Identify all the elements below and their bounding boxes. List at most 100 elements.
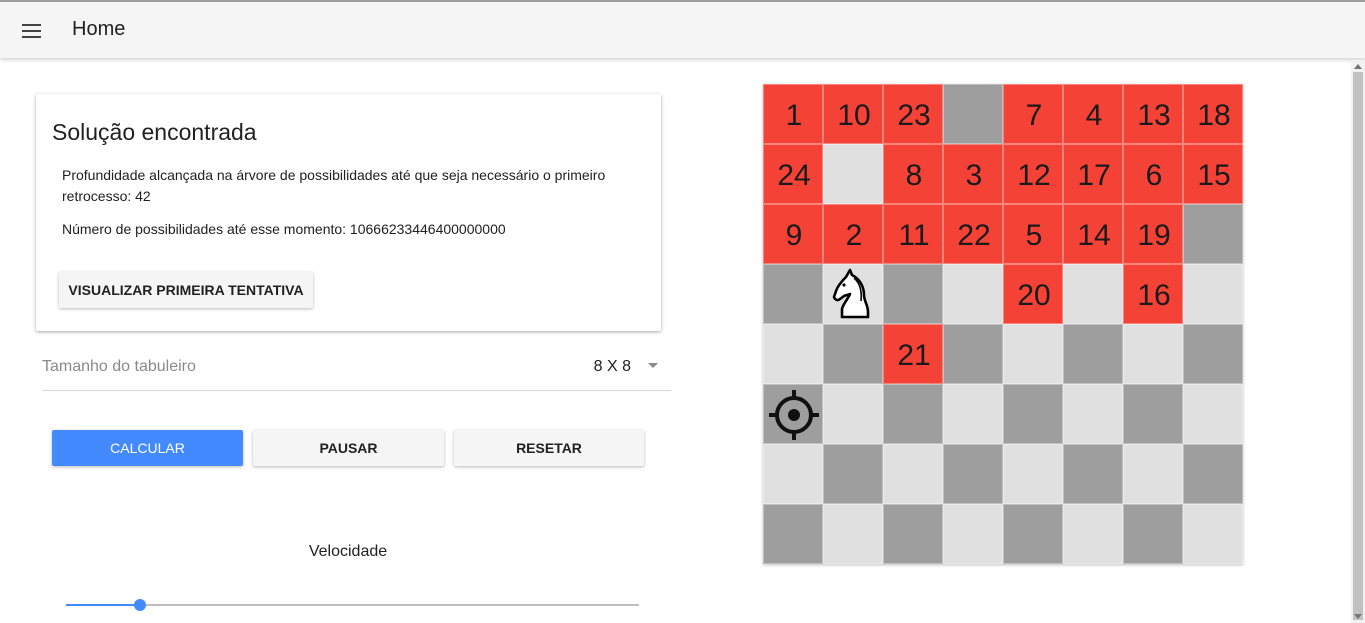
board-square-7-0[interactable] <box>763 504 823 564</box>
dropdown-arrow-icon <box>648 363 658 368</box>
possibilities-text: Número de possibilidades até esse moment… <box>62 221 506 237</box>
board-square-4-2[interactable]: 21 <box>883 324 943 384</box>
speed-slider-thumb[interactable] <box>134 599 147 611</box>
move-number: 17 <box>1077 159 1111 192</box>
chess-board: 1 10 23 7 4 13 18 24 8 3 12 17 6 15 9 2 11 22 5 14 19 20 16 21 <box>763 84 1243 564</box>
board-size-label: Tamanho do tabuleiro <box>42 358 196 375</box>
board-square-5-1[interactable] <box>823 384 883 444</box>
board-square-4-7[interactable] <box>1183 324 1243 384</box>
board-square-2-0[interactable]: 9 <box>763 204 823 264</box>
board-square-2-7[interactable] <box>1183 204 1243 264</box>
board-square-0-5[interactable]: 4 <box>1063 84 1123 144</box>
board-square-2-3[interactable]: 22 <box>943 204 1003 264</box>
top-app-bar: Home <box>0 0 1365 58</box>
board-square-7-4[interactable] <box>1003 504 1063 564</box>
board-square-0-0[interactable]: 1 <box>763 84 823 144</box>
board-square-2-2[interactable]: 11 <box>883 204 943 264</box>
board-square-6-7[interactable] <box>1183 444 1243 504</box>
pause-button[interactable]: PAUSAR <box>253 430 444 466</box>
board-square-0-2[interactable]: 23 <box>883 84 943 144</box>
speed-slider[interactable] <box>66 599 639 611</box>
board-square-6-5[interactable] <box>1063 444 1123 504</box>
board-square-4-0[interactable] <box>763 324 823 384</box>
board-square-5-3[interactable] <box>943 384 1003 444</box>
board-square-0-4[interactable]: 7 <box>1003 84 1063 144</box>
board-square-1-1[interactable] <box>823 144 883 204</box>
board-square-5-4[interactable] <box>1003 384 1063 444</box>
board-square-7-6[interactable] <box>1123 504 1183 564</box>
board-square-3-1[interactable] <box>823 264 883 324</box>
board-size-select[interactable]: Tamanho do tabuleiro 8 X 8 <box>42 350 671 391</box>
speed-slider-fill <box>66 604 141 606</box>
board-square-7-5[interactable] <box>1063 504 1123 564</box>
board-square-0-7[interactable]: 18 <box>1183 84 1243 144</box>
board-square-0-6[interactable]: 13 <box>1123 84 1183 144</box>
move-number: 20 <box>1017 279 1051 312</box>
move-number: 4 <box>1085 99 1103 132</box>
board-square-5-6[interactable] <box>1123 384 1183 444</box>
move-number: 14 <box>1077 219 1111 252</box>
hamburger-menu-icon[interactable] <box>22 24 41 38</box>
board-square-6-2[interactable] <box>883 444 943 504</box>
board-square-7-3[interactable] <box>943 504 1003 564</box>
board-square-6-6[interactable] <box>1123 444 1183 504</box>
reset-button[interactable]: RESETAR <box>454 430 644 466</box>
solution-card: Solução encontrada Profundidade alcançad… <box>36 94 661 331</box>
card-title: Solução encontrada <box>52 119 257 145</box>
move-number: 1 <box>785 99 803 132</box>
board-square-4-3[interactable] <box>943 324 1003 384</box>
scroll-down-arrow-icon[interactable] <box>1354 614 1362 619</box>
board-square-2-6[interactable]: 19 <box>1123 204 1183 264</box>
board-square-6-0[interactable] <box>763 444 823 504</box>
board-square-1-5[interactable]: 17 <box>1063 144 1123 204</box>
board-square-3-6[interactable]: 16 <box>1123 264 1183 324</box>
calculate-button[interactable]: CALCULAR <box>52 430 243 466</box>
board-square-6-4[interactable] <box>1003 444 1063 504</box>
move-number: 3 <box>965 159 983 192</box>
page-title: Home <box>72 18 126 40</box>
board-square-1-3[interactable]: 3 <box>943 144 1003 204</box>
board-square-1-0[interactable]: 24 <box>763 144 823 204</box>
board-square-5-0[interactable] <box>763 384 823 444</box>
page-scrollbar[interactable] <box>1351 60 1365 623</box>
move-number: 11 <box>898 219 930 252</box>
board-square-3-3[interactable] <box>943 264 1003 324</box>
board-square-0-3[interactable] <box>943 84 1003 144</box>
board-square-4-5[interactable] <box>1063 324 1123 384</box>
board-square-3-0[interactable] <box>763 264 823 324</box>
board-square-7-1[interactable] <box>823 504 883 564</box>
board-square-3-7[interactable] <box>1183 264 1243 324</box>
move-number: 6 <box>1145 159 1163 192</box>
board-square-1-4[interactable]: 12 <box>1003 144 1063 204</box>
board-square-7-2[interactable] <box>883 504 943 564</box>
move-number: 7 <box>1025 99 1043 132</box>
move-number: 24 <box>777 159 811 192</box>
move-number: 15 <box>1197 159 1231 192</box>
board-square-2-4[interactable]: 5 <box>1003 204 1063 264</box>
board-square-3-4[interactable]: 20 <box>1003 264 1063 324</box>
scroll-thumb[interactable] <box>1353 72 1363 620</box>
board-square-5-5[interactable] <box>1063 384 1123 444</box>
visualize-first-attempt-button[interactable]: VISUALIZAR PRIMEIRA TENTATIVA <box>59 272 313 308</box>
scroll-up-arrow-icon[interactable] <box>1354 64 1362 69</box>
board-square-7-7[interactable] <box>1183 504 1243 564</box>
board-square-4-1[interactable] <box>823 324 883 384</box>
board-square-5-7[interactable] <box>1183 384 1243 444</box>
board-square-2-1[interactable]: 2 <box>823 204 883 264</box>
board-square-0-1[interactable]: 10 <box>823 84 883 144</box>
board-square-3-5[interactable] <box>1063 264 1123 324</box>
board-size-value: 8 X 8 <box>593 358 631 375</box>
move-number: 23 <box>897 99 931 132</box>
board-square-4-4[interactable] <box>1003 324 1063 384</box>
board-square-6-1[interactable] <box>823 444 883 504</box>
move-number: 2 <box>845 219 863 252</box>
board-square-5-2[interactable] <box>883 384 943 444</box>
board-square-1-7[interactable]: 15 <box>1183 144 1243 204</box>
board-square-1-6[interactable]: 6 <box>1123 144 1183 204</box>
board-square-3-2[interactable] <box>883 264 943 324</box>
move-number: 22 <box>957 219 991 252</box>
board-square-2-5[interactable]: 14 <box>1063 204 1123 264</box>
board-square-4-6[interactable] <box>1123 324 1183 384</box>
board-square-1-2[interactable]: 8 <box>883 144 943 204</box>
board-square-6-3[interactable] <box>943 444 1003 504</box>
